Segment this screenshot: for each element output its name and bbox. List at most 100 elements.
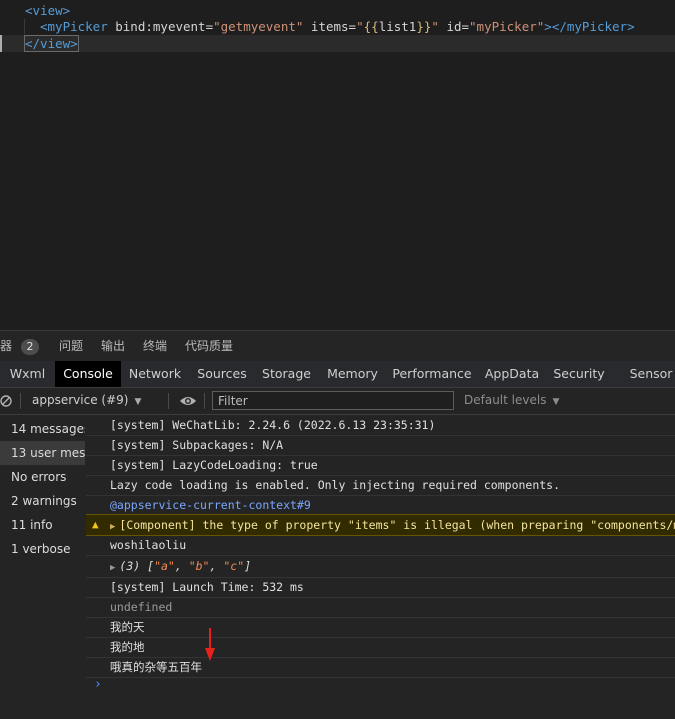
context-link[interactable]: @appservice-current-context#9 xyxy=(110,495,311,515)
console-message-array[interactable]: ▶ (3) ["a", "b", "c"] xyxy=(86,555,675,578)
console-toolbar: appservice (#9) ▼ Filter Default levels ▼ xyxy=(0,388,675,415)
array-separator: , xyxy=(209,559,224,573)
context-select[interactable]: appservice (#9) ▼ xyxy=(32,393,141,407)
array-separator: , xyxy=(174,559,189,573)
chevron-down-icon: ▼ xyxy=(552,397,560,407)
chevron-down-icon: ▼ xyxy=(134,397,142,407)
sidebar-item-label: 1 verbose xyxy=(11,542,71,556)
attr-value-mypicker: "myPicker" xyxy=(469,19,545,34)
attr-id: id= xyxy=(438,19,470,34)
sidebar-item-label: 11 info xyxy=(11,518,53,532)
array-bracket: ] xyxy=(244,559,252,573)
context-select-value: appservice (#9) xyxy=(32,393,129,407)
console-sidebar: 14 messages 13 user mes... No errors 2 w… xyxy=(0,415,87,719)
tab-network[interactable]: Network xyxy=(121,361,189,387)
tab-code-quality[interactable]: 代码质量 xyxy=(185,331,233,362)
tab-memory[interactable]: Memory xyxy=(318,361,387,387)
code-line-3: </view> xyxy=(0,35,675,52)
tab-security[interactable]: Security xyxy=(547,361,611,387)
sidebar-item-warnings[interactable]: 2 warnings xyxy=(0,489,85,513)
sidebar-item-errors[interactable]: No errors xyxy=(0,465,85,489)
mustache-open: {{ xyxy=(363,19,379,34)
tab-terminal[interactable]: 终端 xyxy=(143,331,167,362)
quote: " xyxy=(356,19,364,34)
sidebar-item-label: 13 user mes... xyxy=(11,446,85,460)
console-message: undefined xyxy=(86,597,675,618)
clear-console-icon[interactable] xyxy=(0,394,14,408)
console-message: Lazy code loading is enabled. Only injec… xyxy=(86,475,675,496)
filter-input[interactable]: Filter xyxy=(212,391,454,410)
message-text: 我的地 xyxy=(110,640,145,654)
code-line-2: <myPicker bind:myevent="getmyevent" item… xyxy=(0,18,635,35)
console-message: 我的天 xyxy=(86,617,675,638)
attr-value-getmyevent: "getmyevent" xyxy=(213,19,304,34)
toolbar-divider xyxy=(20,393,21,409)
tab-performance[interactable]: Performance xyxy=(387,361,477,387)
expand-arrow-icon[interactable]: ▶ xyxy=(110,563,115,573)
message-text: [system] WeChatLib: 2.24.6 (2022.6.13 23… xyxy=(110,418,436,432)
panel-tab-bar: 器 2 问题 输出 终端 代码质量 xyxy=(0,330,675,362)
message-text: [system] Subpackages: N/A xyxy=(110,438,284,452)
debugger-count-badge: 2 xyxy=(21,339,39,355)
tab-appdata[interactable]: AppData xyxy=(477,361,547,387)
console-warning[interactable]: ▲ ▶ [Component] the type of property "ite… xyxy=(86,514,675,536)
text-cursor xyxy=(0,35,2,52)
array-item: "b" xyxy=(188,559,210,573)
warning-message: [Component] the type of property "items"… xyxy=(119,518,675,532)
sidebar-item-label: 2 warnings xyxy=(11,494,77,508)
tab-storage[interactable]: Storage xyxy=(255,361,318,387)
attr-bind-myevent: bind:myevent= xyxy=(107,19,214,34)
message-text: 我的天 xyxy=(110,620,145,634)
console-message: [system] WeChatLib: 2.24.6 (2022.6.13 23… xyxy=(86,415,675,436)
sidebar-item-info[interactable]: 11 info xyxy=(0,513,85,537)
sidebar-item-label: 14 messages xyxy=(11,422,85,436)
array-count: (3) xyxy=(119,559,148,573)
tab-console[interactable]: Console xyxy=(55,361,121,387)
view-close-tag: </view> xyxy=(24,35,79,52)
console-message: woshilaoliu xyxy=(86,535,675,556)
console-message: 我的地 xyxy=(86,637,675,658)
sidebar-item-user-messages[interactable]: 13 user mes... xyxy=(0,441,85,465)
sidebar-item-label: No errors xyxy=(11,470,67,484)
tab-problems[interactable]: 问题 xyxy=(59,331,83,362)
code-editor[interactable]: <view> <myPicker bind:myevent="getmyeven… xyxy=(0,0,675,330)
tab-output[interactable]: 输出 xyxy=(101,331,125,362)
console-message: [system] Subpackages: N/A xyxy=(86,435,675,456)
eye-icon[interactable] xyxy=(179,394,197,408)
console-messages: [system] WeChatLib: 2.24.6 (2022.6.13 23… xyxy=(86,415,675,719)
mypicker-close-tag: </myPicker> xyxy=(551,19,635,34)
devtools-tab-bar: Wxml Console Network Sources Storage Mem… xyxy=(0,361,675,388)
levels-value: Default levels xyxy=(464,393,547,407)
toolbar-divider xyxy=(168,393,169,409)
sidebar-item-verbose[interactable]: 1 verbose xyxy=(0,537,85,561)
warning-text: ▶ [Component] the type of property "items… xyxy=(110,515,675,535)
tab-sensor[interactable]: Sensor xyxy=(626,361,675,387)
console-message-context-link[interactable]: @appservice-current-context#9 xyxy=(86,495,675,516)
view-open-tag: <view> xyxy=(25,3,71,18)
message-text: 哦真的杂等五百年 xyxy=(110,660,202,674)
tab-debugger[interactable]: 器 xyxy=(0,331,12,362)
console-prompt[interactable]: › xyxy=(94,677,102,692)
tab-sources[interactable]: Sources xyxy=(189,361,255,387)
tag-end: > xyxy=(544,19,552,34)
message-text: woshilaoliu xyxy=(110,538,187,552)
annotation-arrow-icon xyxy=(205,628,215,661)
tab-wxml[interactable]: Wxml xyxy=(0,361,55,387)
binding-list1: list1 xyxy=(378,19,417,34)
console-message: [system] LazyCodeLoading: true xyxy=(86,455,675,476)
message-text: [system] LazyCodeLoading: true xyxy=(110,458,318,472)
code-line-1: <view> xyxy=(0,2,70,19)
expand-arrow-icon[interactable]: ▶ xyxy=(110,522,115,532)
quote: " xyxy=(431,19,439,34)
default-levels-dropdown[interactable]: Default levels ▼ xyxy=(464,393,559,407)
array-preview: ▶ (3) ["a", "b", "c"] xyxy=(110,555,252,577)
console-message: 哦真的杂等五百年 xyxy=(86,657,675,678)
message-text: [system] Launch Time: 532 ms xyxy=(110,580,304,594)
sidebar-item-messages[interactable]: 14 messages xyxy=(0,417,85,441)
array-item: "a" xyxy=(154,559,175,573)
message-text: undefined xyxy=(110,600,173,614)
array-item: "c" xyxy=(223,559,245,573)
message-text: Lazy code loading is enabled. Only injec… xyxy=(110,478,561,492)
console-message: [system] Launch Time: 532 ms xyxy=(86,577,675,598)
warning-icon: ▲ xyxy=(92,518,99,531)
